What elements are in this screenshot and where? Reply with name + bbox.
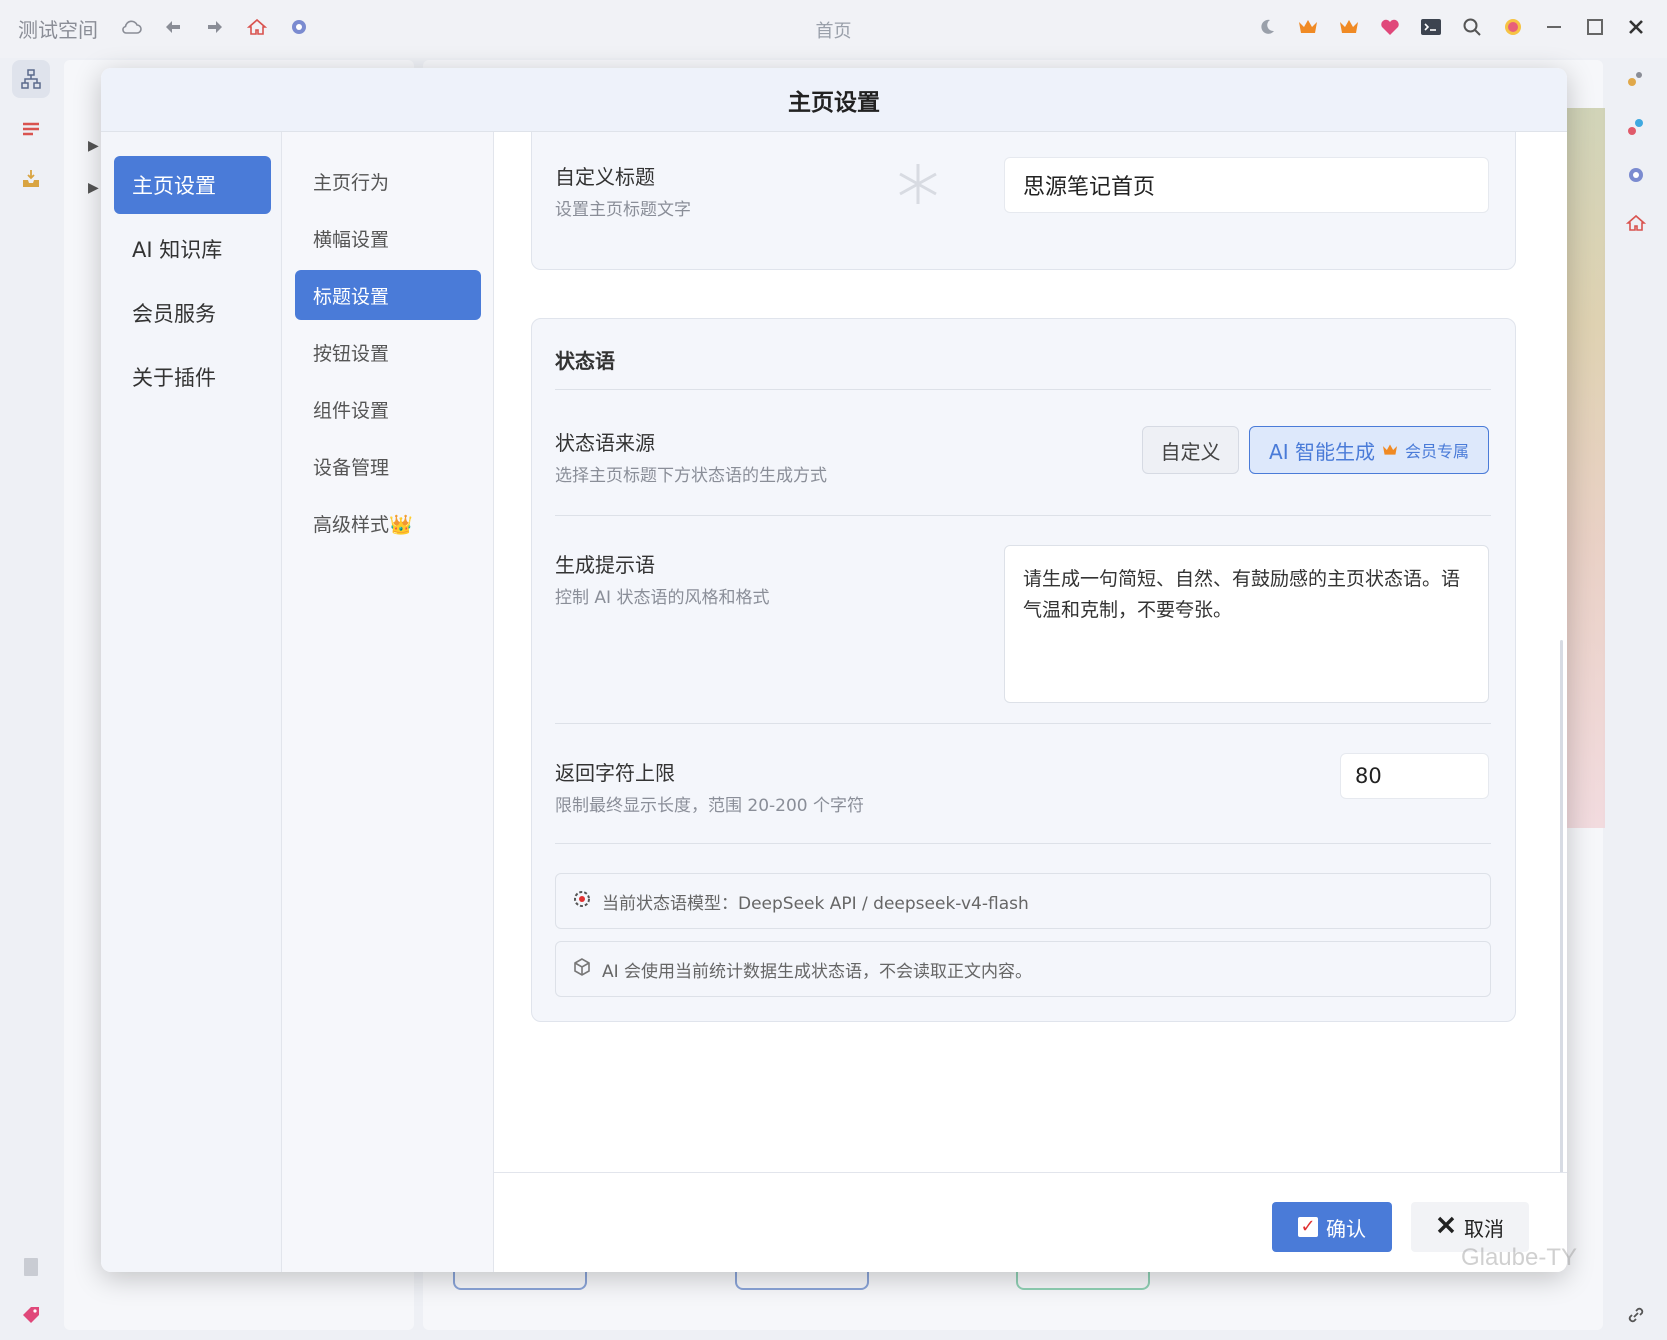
confirm-button[interactable]: ✓ 确认 xyxy=(1272,1202,1392,1252)
privacy-info-text: AI 会使用当前统计数据生成状态语，不会读取正文内容。 xyxy=(602,961,1033,982)
status-section-heading: 状态语 xyxy=(555,349,615,373)
expand-arrow-icon[interactable]: ▶ xyxy=(88,138,99,154)
prompt-label: 生成提示语 xyxy=(555,553,655,577)
nav-title-settings[interactable]: 标题设置 xyxy=(295,270,481,320)
privacy-info-box: AI 会使用当前统计数据生成状态语，不会读取正文内容。 xyxy=(555,941,1491,997)
content-scrollbar[interactable] xyxy=(1560,640,1563,1172)
divider xyxy=(555,515,1491,516)
right-dock xyxy=(1605,58,1667,1340)
maximize-icon[interactable] xyxy=(1584,16,1606,38)
status-source-description: 选择主页标题下方状态语的生成方式 xyxy=(555,466,827,486)
cube-icon xyxy=(572,957,592,982)
heart-icon[interactable] xyxy=(1379,16,1401,38)
tag-icon[interactable] xyxy=(12,1296,50,1334)
prompt-description: 控制 AI 状态语的风格和格式 xyxy=(555,588,770,608)
dialog-footer: ✓ 确认 取消 xyxy=(494,1172,1567,1272)
backlink-icon[interactable] xyxy=(1617,108,1655,146)
custom-title-input[interactable]: 思源笔记首页 xyxy=(1004,157,1489,213)
book-icon[interactable] xyxy=(12,1248,50,1286)
nav-device-management[interactable]: 设备管理 xyxy=(295,441,481,491)
nav-home-settings[interactable]: 主页设置 xyxy=(114,156,271,214)
file-tree-icon[interactable] xyxy=(12,60,50,98)
nav-widget-settings[interactable]: 组件设置 xyxy=(295,384,481,434)
secondary-nav: 主页行为 横幅设置 标题设置 按钮设置 组件设置 设备管理 高级样式👑 xyxy=(282,132,494,1272)
inbox-icon[interactable] xyxy=(12,160,50,198)
nav-ai-knowledge[interactable]: AI 知识库 xyxy=(114,220,271,278)
char-limit-description: 限制最终显示长度，范围 20-200 个字符 xyxy=(555,796,865,816)
checkmark-icon: ✓ xyxy=(1298,1217,1318,1237)
settings-dialog: 主页设置 主页设置 AI 知识库 会员服务 关于插件 主页行为 横幅设置 标题设… xyxy=(101,68,1567,1272)
status-card: 状态语 状态语来源 选择主页标题下方状态语的生成方式 自定义 AI 智能生成 会… xyxy=(531,318,1516,1022)
status-source-label: 状态语来源 xyxy=(555,431,655,455)
nav-banner-settings[interactable]: 横幅设置 xyxy=(295,213,481,263)
crown-icon[interactable] xyxy=(1338,16,1360,38)
close-icon xyxy=(1436,1215,1456,1240)
model-info-text: 当前状态语模型：DeepSeek API / deepseek-v4-flash xyxy=(602,893,1029,914)
link-icon[interactable] xyxy=(1617,1296,1655,1334)
confirm-label: 确认 xyxy=(1326,1216,1366,1241)
snowflake-icon xyxy=(895,161,941,211)
nav-advanced-style[interactable]: 高级样式👑 xyxy=(295,498,481,548)
primary-nav: 主页设置 AI 知识库 会员服务 关于插件 xyxy=(101,132,282,1272)
source-custom-button[interactable]: 自定义 xyxy=(1142,426,1239,474)
plugin-dock-icon[interactable] xyxy=(1617,156,1655,194)
watermark: Glaube-TY xyxy=(1460,1244,1577,1271)
member-badge: 会员专属 xyxy=(1404,442,1469,461)
outline-icon[interactable] xyxy=(12,110,50,148)
custom-title-label: 自定义标题 xyxy=(555,165,655,189)
custom-title-card: 自定义标题 设置主页标题文字 思源笔记首页 xyxy=(531,132,1516,270)
nav-button-settings[interactable]: 按钮设置 xyxy=(295,327,481,377)
terminal-icon[interactable] xyxy=(1420,16,1442,38)
prompt-textarea[interactable]: 请生成一句简短、自然、有鼓励感的主页状态语。语气温和克制，不要夸张。 xyxy=(1004,545,1489,703)
search-icon[interactable] xyxy=(1461,16,1483,38)
source-ai-button[interactable]: AI 智能生成 会员专属 xyxy=(1249,426,1489,474)
home-dock-icon[interactable] xyxy=(1617,204,1655,242)
window-titlebar: 测试空间 首页 xyxy=(0,0,1667,58)
dialog-title: 主页设置 xyxy=(788,89,880,116)
emoji-icon[interactable] xyxy=(1502,16,1524,38)
char-limit-label: 返回字符上限 xyxy=(555,761,675,785)
divider xyxy=(555,389,1491,390)
char-limit-input[interactable]: 80 xyxy=(1340,753,1489,799)
model-info-box: 当前状态语模型：DeepSeek API / deepseek-v4-flash xyxy=(555,873,1491,929)
moon-icon[interactable] xyxy=(1256,16,1278,38)
source-ai-label: AI 智能生成 xyxy=(1269,439,1375,464)
nav-membership[interactable]: 会员服务 xyxy=(114,284,271,342)
custom-title-description: 设置主页标题文字 xyxy=(555,200,691,220)
dialog-header: 主页设置 xyxy=(101,68,1567,132)
nav-home-behavior[interactable]: 主页行为 xyxy=(295,156,481,206)
crown-icon[interactable] xyxy=(1297,16,1319,38)
minimize-icon[interactable] xyxy=(1543,16,1565,38)
divider xyxy=(555,843,1491,844)
nav-about[interactable]: 关于插件 xyxy=(114,348,271,406)
settings-content: 自定义标题 设置主页标题文字 思源笔记首页 状态语 状态语来源 选择主页标题下方… xyxy=(494,132,1567,1172)
divider xyxy=(555,723,1491,724)
cancel-label: 取消 xyxy=(1464,1216,1504,1241)
expand-arrow-icon[interactable]: ▶ xyxy=(88,180,99,196)
crown-icon xyxy=(1381,438,1399,462)
close-icon[interactable] xyxy=(1625,16,1647,38)
left-dock xyxy=(0,58,62,1340)
graph-icon[interactable] xyxy=(1617,60,1655,98)
gear-icon xyxy=(572,889,592,914)
